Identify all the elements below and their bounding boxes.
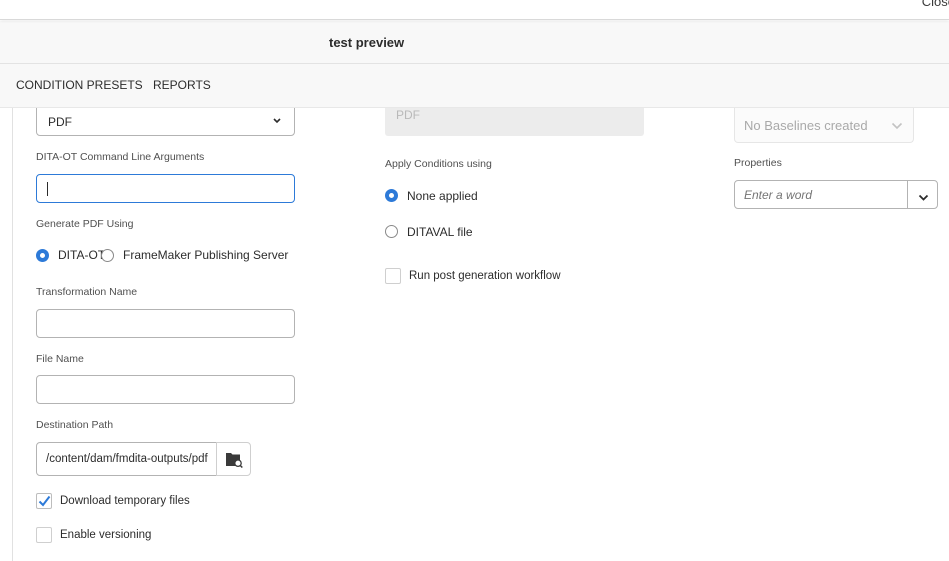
tab-condition-presets[interactable]: CONDITION PRESETS <box>16 78 143 92</box>
apply-conditions-label: Apply Conditions using <box>385 158 492 170</box>
properties-label: Properties <box>734 157 782 169</box>
page-title: test preview <box>329 35 405 50</box>
pdf-disabled-field: PDF <box>385 108 644 136</box>
transformation-name-label: Transformation Name <box>36 286 138 298</box>
radio-ditaval-file-label: DITAVAL file <box>407 225 473 239</box>
properties-dropdown-button[interactable] <box>907 180 938 209</box>
output-type-value: PDF <box>48 115 72 129</box>
tab-reports[interactable]: REPORTS <box>153 78 211 92</box>
baseline-value: No Baselines created <box>744 118 868 133</box>
cmd-args-label: DITA-OT Command Line Arguments <box>36 151 205 163</box>
cmd-args-input[interactable] <box>36 174 295 203</box>
file-name-input[interactable] <box>36 375 295 404</box>
pdf-disabled-value: PDF <box>396 108 420 122</box>
file-name-label: File Name <box>36 353 84 365</box>
text-caret <box>47 182 48 196</box>
transformation-name-input[interactable] <box>36 309 295 338</box>
settings-panel: PDF DITA-OT Command Line Arguments Gener… <box>0 108 949 561</box>
title-bar: test preview <box>0 21 949 64</box>
radio-ditaval-file[interactable] <box>385 225 398 238</box>
radio-framemaker-server[interactable] <box>101 249 114 262</box>
destination-path-value: /content/dam/fmdita-outputs/pdf <box>46 453 208 465</box>
download-temp-checkbox[interactable] <box>36 493 52 509</box>
radio-none-applied-label: None applied <box>407 189 478 203</box>
baseline-select: No Baselines created <box>734 108 914 143</box>
generate-pdf-label: Generate PDF Using <box>36 218 134 230</box>
output-type-select[interactable]: PDF <box>36 108 295 136</box>
post-workflow-label: Run post generation workflow <box>409 270 561 282</box>
radio-dita-ot[interactable] <box>36 249 49 262</box>
download-temp-label: Download temporary files <box>60 495 190 507</box>
destination-path-input[interactable]: /content/dam/fmdita-outputs/pdf <box>36 442 217 476</box>
enable-versioning-label: Enable versioning <box>60 529 152 541</box>
properties-input[interactable] <box>734 180 908 209</box>
chevron-down-icon <box>918 190 929 208</box>
radio-framemaker-server-label: FrameMaker Publishing Server <box>123 248 289 262</box>
post-workflow-checkbox[interactable] <box>385 268 401 284</box>
chevron-down-icon <box>891 118 903 136</box>
tab-bar: CONDITION PRESETS REPORTS <box>0 64 949 108</box>
radio-none-applied[interactable] <box>385 189 398 202</box>
left-divider <box>12 108 13 561</box>
folder-search-icon <box>225 451 243 473</box>
chevron-down-icon <box>272 113 282 131</box>
destination-path-label: Destination Path <box>36 419 114 431</box>
top-header: Close <box>0 0 949 20</box>
close-link[interactable]: Close <box>922 0 949 9</box>
checkmark-icon <box>38 494 51 512</box>
browse-folder-button[interactable] <box>216 442 251 476</box>
radio-dita-ot-label: DITA-OT <box>58 248 106 262</box>
enable-versioning-checkbox[interactable] <box>36 527 52 543</box>
